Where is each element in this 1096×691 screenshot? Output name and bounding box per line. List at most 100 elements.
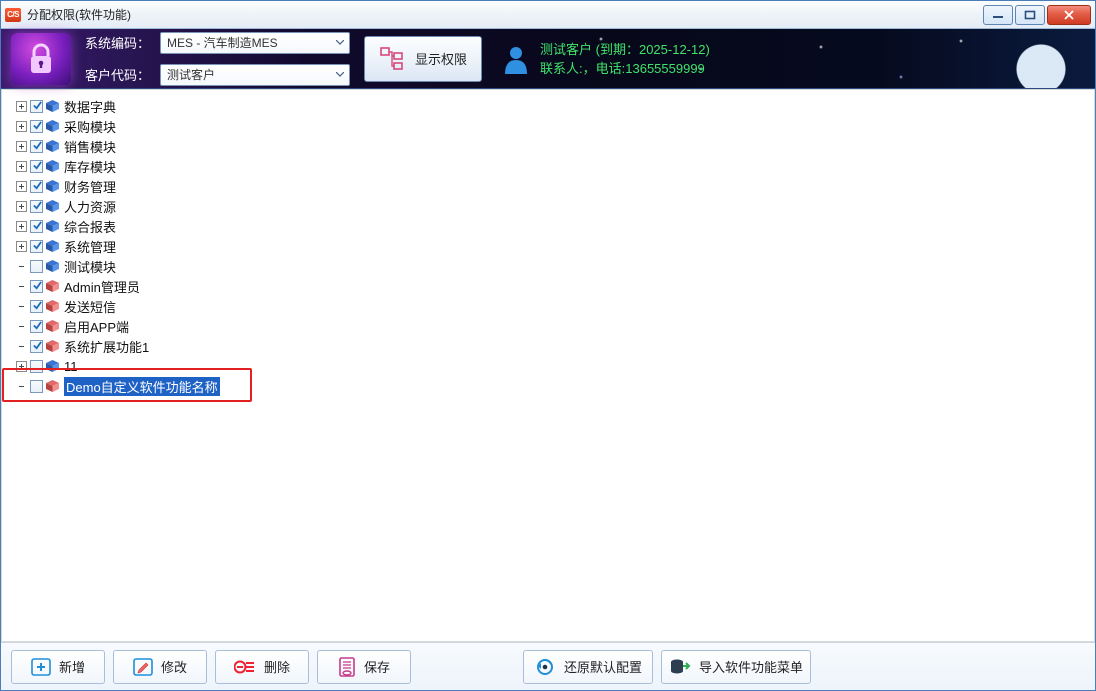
tree-node-label: 系统管理 — [64, 237, 116, 256]
show-permission-label: 显示权限 — [415, 49, 467, 68]
show-permission-button[interactable]: 显示权限 — [364, 36, 482, 82]
save-button[interactable]: 保存 — [317, 650, 411, 684]
expand-toggle[interactable] — [16, 361, 27, 372]
restore-icon — [534, 657, 556, 677]
app-icon: C/S — [5, 8, 21, 22]
tree-node-label: 采购模块 — [64, 117, 116, 136]
delete-icon — [234, 658, 256, 676]
checkbox[interactable] — [30, 380, 43, 393]
tree-node-label: Admin管理员 — [64, 277, 140, 296]
tree-node[interactable]: 启用APP端 — [16, 316, 1094, 336]
tree-node-label: 库存模块 — [64, 157, 116, 176]
chevron-down-icon[interactable] — [331, 33, 349, 53]
expand-toggle — [16, 281, 27, 292]
checkbox[interactable] — [30, 280, 43, 293]
delete-button[interactable]: 删除 — [215, 650, 309, 684]
customer-info-line1: 测试客户 (到期：2025-12-12) — [540, 40, 710, 59]
add-button[interactable]: 新增 — [11, 650, 105, 684]
tree-node-label: 发送短信 — [64, 297, 116, 316]
expand-toggle[interactable] — [16, 181, 27, 192]
checkbox[interactable] — [30, 260, 43, 273]
tree-node-label: 财务管理 — [64, 177, 116, 196]
expand-toggle[interactable] — [16, 141, 27, 152]
expand-toggle — [16, 261, 27, 272]
import-menu-button[interactable]: 导入软件功能菜单 — [661, 650, 811, 684]
restore-default-button[interactable]: 还原默认配置 — [523, 650, 653, 684]
footer-toolbar: 新增 修改 删除 保存 还原默认配置 导入软件功能菜单 — [1, 642, 1095, 690]
header-band: 系统编码： 客户代码： 显示权限 测试客户 (到期：2025-12-12) 联系… — [1, 29, 1095, 89]
tree-node-label: 数据字典 — [64, 97, 116, 116]
checkbox[interactable] — [30, 340, 43, 353]
minimize-button[interactable] — [983, 5, 1013, 25]
tree-node[interactable]: 发送短信 — [16, 296, 1094, 316]
sys-code-combo[interactable] — [160, 32, 350, 54]
add-icon — [31, 658, 51, 676]
checkbox[interactable] — [30, 160, 43, 173]
tree-node[interactable]: 数据字典 — [16, 96, 1094, 116]
checkbox[interactable] — [30, 320, 43, 333]
checkbox[interactable] — [30, 300, 43, 313]
tree-node[interactable]: 财务管理 — [16, 176, 1094, 196]
window-button-group — [983, 5, 1091, 25]
tree-node[interactable]: 综合报表 — [16, 216, 1094, 236]
chevron-down-icon[interactable] — [331, 65, 349, 85]
expand-toggle[interactable] — [16, 201, 27, 212]
expand-toggle — [16, 381, 27, 392]
customer-info-line2: 联系人:，电话:13655559999 — [540, 59, 710, 78]
expand-toggle — [16, 341, 27, 352]
tree-node[interactable]: 系统管理 — [16, 236, 1094, 256]
tree-node[interactable]: Admin管理员 — [16, 276, 1094, 296]
window-root: C/S 分配权限(软件功能) 系统编码： 客户代码： 显示权限 — [0, 0, 1096, 691]
tree-node-label: 综合报表 — [64, 217, 116, 236]
edit-icon — [133, 658, 153, 676]
checkbox[interactable] — [30, 140, 43, 153]
tree-node[interactable]: Demo自定义软件功能名称 — [16, 376, 1094, 396]
tree-node[interactable]: 采购模块 — [16, 116, 1094, 136]
tree-node-label: 销售模块 — [64, 137, 116, 156]
expand-toggle[interactable] — [16, 121, 27, 132]
maximize-button[interactable] — [1015, 5, 1045, 25]
sys-code-label: 系统编码： — [85, 33, 150, 52]
expand-toggle — [16, 321, 27, 332]
cust-code-combo[interactable] — [160, 64, 350, 86]
window-title: 分配权限(软件功能) — [27, 6, 983, 23]
checkbox[interactable] — [30, 120, 43, 133]
person-icon — [502, 44, 530, 74]
import-icon — [669, 657, 691, 677]
cust-code-input[interactable] — [160, 64, 350, 86]
tree-node-label: 启用APP端 — [64, 317, 129, 336]
tree-node-label: 测试模块 — [64, 257, 116, 276]
hierarchy-icon — [379, 46, 405, 72]
checkbox[interactable] — [30, 220, 43, 233]
titlebar: C/S 分配权限(软件功能) — [1, 1, 1095, 29]
checkbox[interactable] — [30, 100, 43, 113]
checkbox[interactable] — [30, 200, 43, 213]
tree-node-label: 系统扩展功能1 — [64, 337, 149, 356]
expand-toggle[interactable] — [16, 241, 27, 252]
tree-node-label: Demo自定义软件功能名称 — [64, 377, 220, 396]
tree-node-label: 11 — [64, 359, 78, 374]
tree-node-label: 人力资源 — [64, 197, 116, 216]
checkbox[interactable] — [30, 180, 43, 193]
sys-code-input[interactable] — [160, 32, 350, 54]
tree-node[interactable]: 销售模块 — [16, 136, 1094, 156]
edit-button[interactable]: 修改 — [113, 650, 207, 684]
lock-icon — [11, 33, 71, 85]
tree-node[interactable]: 系统扩展功能1 — [16, 336, 1094, 356]
tree-node[interactable]: 人力资源 — [16, 196, 1094, 216]
expand-toggle[interactable] — [16, 161, 27, 172]
save-icon — [338, 657, 356, 677]
tree-node[interactable]: 库存模块 — [16, 156, 1094, 176]
cust-code-label: 客户代码： — [85, 65, 150, 84]
permission-tree[interactable]: 数据字典采购模块销售模块库存模块财务管理人力资源综合报表系统管理测试模块Admi… — [1, 89, 1095, 642]
header-form: 系统编码： 客户代码： — [85, 31, 350, 87]
expand-toggle[interactable] — [16, 101, 27, 112]
expand-toggle — [16, 301, 27, 312]
tree-node[interactable]: 测试模块 — [16, 256, 1094, 276]
tree-node[interactable]: 11 — [16, 356, 1094, 376]
checkbox[interactable] — [30, 360, 43, 373]
customer-info: 测试客户 (到期：2025-12-12) 联系人:，电话:13655559999 — [502, 40, 710, 78]
expand-toggle[interactable] — [16, 221, 27, 232]
checkbox[interactable] — [30, 240, 43, 253]
close-button[interactable] — [1047, 5, 1091, 25]
